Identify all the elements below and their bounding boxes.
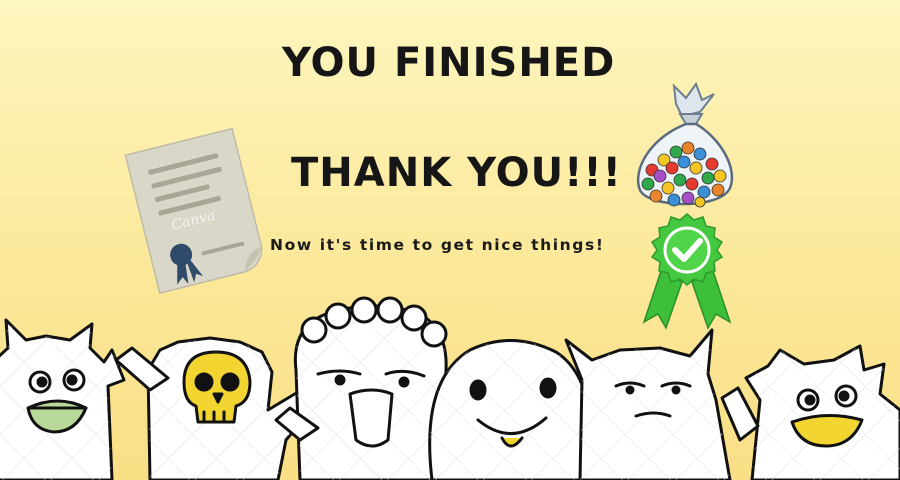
nice-things-message: Now it's time to get nice things! xyxy=(270,236,605,254)
completion-screen: YOU FINISHED THANK YOU!!! Now it's time … xyxy=(0,0,900,480)
heading-you-finished: YOU FINISHED xyxy=(282,40,616,86)
monster-group-illustration xyxy=(0,296,900,480)
heading-thank-you: THANK YOU!!! xyxy=(291,150,622,196)
certificate-icon: Canva xyxy=(124,127,263,294)
candy-bag-icon xyxy=(637,81,734,208)
